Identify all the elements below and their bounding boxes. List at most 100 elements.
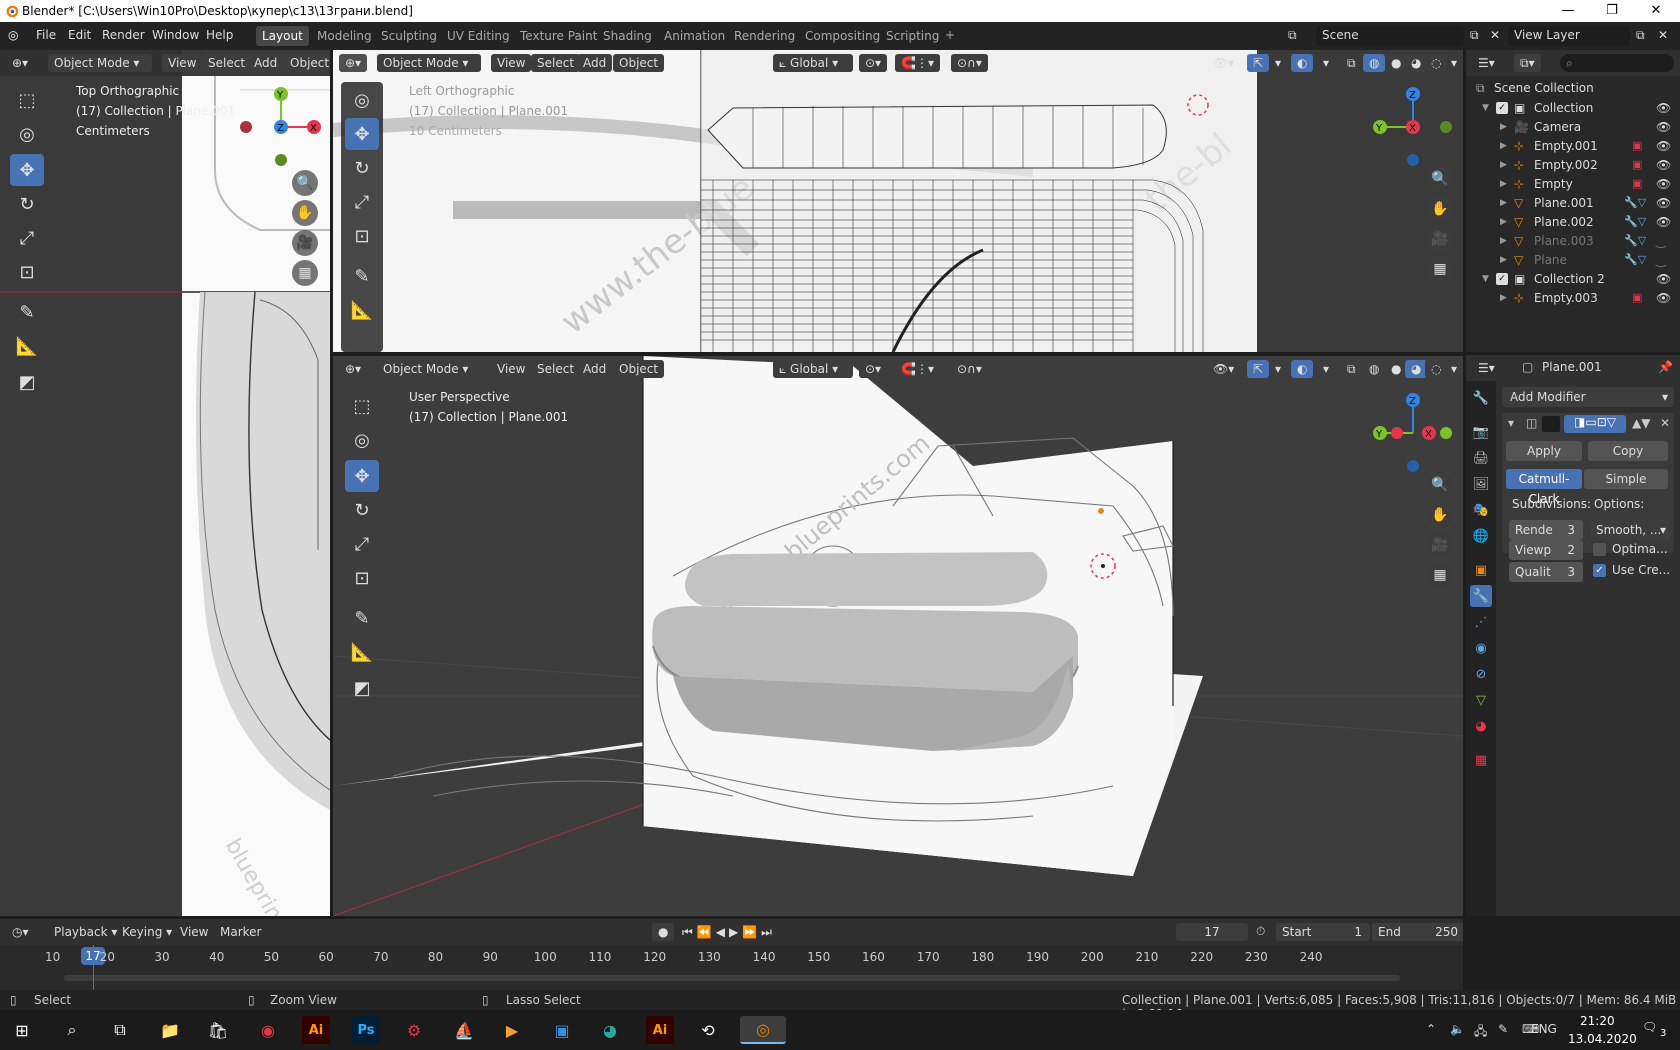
add-modifier-dropdown[interactable]: Add Modifier ▾ — [1502, 387, 1674, 407]
blender-menu-icon[interactable]: ◎ — [8, 28, 18, 42]
ortho-grid-icon[interactable]: ▦ — [1427, 256, 1453, 282]
annotate-tool-icon[interactable]: ✎ — [10, 296, 44, 328]
close-button[interactable]: ✕ — [1634, 0, 1678, 22]
tab-scripting[interactable]: Scripting — [880, 26, 945, 46]
object-menu[interactable]: Object — [613, 54, 665, 72]
add-cube-tool-icon[interactable]: ◩ — [345, 672, 379, 704]
select-menu[interactable]: Select — [202, 54, 252, 72]
pan-hand-icon[interactable]: ✋ — [292, 200, 318, 226]
rotate-tool-icon[interactable]: ↻ — [10, 188, 44, 220]
viewport-levels-field[interactable]: Viewp 2 — [1509, 540, 1583, 560]
new-view-layer-icon[interactable]: ⧉ — [1636, 28, 1645, 43]
viewport-top-ortho[interactable]: blueprin ⊕▾ Object Mode ▾ View Select Ad… — [0, 50, 330, 916]
gizmo-toggle-icon[interactable]: ⇱ — [1247, 54, 1270, 72]
menu-window[interactable]: Window — [152, 28, 199, 42]
timeline-editor-icon[interactable]: ◷▾ — [6, 923, 35, 941]
visibility-eye-icon[interactable]: ‿ — [1656, 231, 1666, 251]
illustrator-icon[interactable]: Ai — [302, 1016, 330, 1044]
add-menu[interactable]: Add — [577, 360, 613, 378]
catmull-clark-button[interactable]: Catmull-Clark — [1506, 469, 1582, 506]
app-red-icon[interactable]: ⚙ — [400, 1016, 428, 1044]
material-tab-icon[interactable]: ◕ — [1470, 715, 1492, 737]
timeline-scrollbar[interactable] — [64, 975, 1400, 981]
gizmo-dropdown-icon[interactable]: ▾ — [1269, 54, 1287, 72]
data-tab-icon[interactable]: ▽ — [1470, 689, 1492, 711]
stopwatch-icon[interactable]: ⏱ — [1256, 924, 1265, 939]
playback-menu[interactable]: Playback ▾ — [48, 923, 123, 941]
expand-arrow-icon[interactable]: ▶ — [1500, 136, 1507, 156]
notifications-icon[interactable]: 🗨 — [1642, 1020, 1657, 1034]
windows-start-icon[interactable]: ⊞ — [8, 1016, 36, 1044]
nav-gizmo-top[interactable]: Z Y X — [1363, 82, 1463, 172]
zoom-icon[interactable]: 🔍 — [292, 170, 318, 196]
mode-dropdown[interactable]: Object Mode ▾ — [48, 54, 152, 72]
quality-field[interactable]: Qualit 3 — [1509, 562, 1583, 582]
output-tab-icon[interactable]: 🖨 — [1470, 447, 1492, 469]
remove-modifier-icon[interactable]: ✕ — [1660, 416, 1670, 430]
outliner-item[interactable]: ▶ ▽ Plane.001 👁 🔧▽ — [1466, 193, 1680, 213]
nav-gizmo-main[interactable]: Z Y X — [1363, 388, 1463, 478]
world-tab-icon[interactable]: 🌐 — [1470, 525, 1492, 547]
scene-tab-icon[interactable]: 🎭 — [1470, 499, 1492, 521]
physics-tab-icon[interactable]: ◉ — [1470, 637, 1492, 659]
blender-taskbar-icon[interactable]: ◎ — [740, 1016, 786, 1044]
pin-icon[interactable]: 📌 — [1658, 360, 1673, 374]
visibility-icon[interactable]: 👁▾ — [1207, 360, 1240, 378]
visibility-eye-icon[interactable]: 👁 — [1656, 174, 1671, 194]
add-menu[interactable]: Add — [248, 54, 284, 72]
minimize-button[interactable]: — — [1546, 0, 1590, 22]
menu-help[interactable]: Help — [206, 28, 233, 42]
visibility-eye-icon[interactable]: 👁 — [1656, 269, 1671, 289]
transform-tool-icon[interactable]: ⊡ — [10, 256, 44, 288]
select-box-tool-icon[interactable]: ⬚ — [10, 84, 44, 116]
mode-dropdown[interactable]: Object Mode ▾ — [377, 54, 481, 72]
tab-uv-editing[interactable]: UV Editing — [441, 26, 516, 46]
ortho-grid-icon[interactable]: ▦ — [292, 260, 318, 286]
transform-tool-icon[interactable]: ⊡ — [345, 220, 379, 252]
collection-checkbox[interactable]: ✓ — [1496, 273, 1508, 285]
proportional-edit-icon[interactable]: ⊙∩▾ — [951, 54, 988, 72]
delete-view-layer-icon[interactable]: ✕ — [1658, 28, 1668, 42]
scale-tool-icon[interactable]: ⤢ — [10, 222, 44, 254]
object-tab-icon[interactable]: ▣ — [1470, 559, 1492, 581]
visibility-eye-icon[interactable]: 👁 — [1656, 136, 1671, 156]
outliner-item[interactable]: ▼ ✓ ▣ Collection 👁 — [1466, 98, 1680, 118]
select-menu[interactable]: Select — [531, 54, 581, 72]
search-icon[interactable]: ⌕ — [58, 1016, 86, 1044]
properties-editor-icon[interactable]: ☰▾ — [1472, 359, 1501, 377]
playback-controls[interactable]: ⏮⏪◀▶⏩⏭ — [676, 923, 782, 941]
collapse-modifier-icon[interactable]: ▾ — [1508, 416, 1514, 430]
expand-arrow-icon[interactable]: ▼ — [1482, 269, 1489, 289]
expand-arrow-icon[interactable]: ▶ — [1500, 288, 1507, 308]
visibility-eye-icon[interactable]: 👁 — [1656, 193, 1671, 213]
annotate-tool-icon[interactable]: ✎ — [345, 260, 379, 292]
viewport-perspective[interactable]: www.the-blueprints.com ⊕▾ Object Mode ▾ … — [333, 356, 1463, 916]
wireframe-shading-icon[interactable]: ◍ — [1363, 54, 1386, 72]
camera-view-icon[interactable]: 🎥 — [1427, 532, 1453, 558]
maximize-button[interactable]: ❐ — [1590, 0, 1634, 22]
cursor-tool-icon[interactable]: ◎ — [345, 84, 379, 116]
pan-hand-icon[interactable]: ✋ — [1427, 502, 1453, 528]
expand-arrow-icon[interactable]: ▶ — [1500, 155, 1507, 175]
constraints-tab-icon[interactable]: ⊘ — [1470, 663, 1492, 685]
display-mode-icon[interactable]: ⧉▾ — [1514, 54, 1541, 72]
transform-tool-icon[interactable]: ⊡ — [345, 562, 379, 594]
menu-file[interactable]: File — [36, 28, 56, 42]
task-view-icon[interactable]: ⧉ — [106, 1016, 134, 1044]
outliner-item[interactable]: ▼ ✓ ▣ Collection 2 👁 — [1466, 269, 1680, 289]
overlay-dropdown-icon[interactable]: ▾ — [1317, 360, 1335, 378]
pan-hand-icon[interactable]: ✋ — [1427, 196, 1453, 222]
overlay-toggle-icon[interactable]: ◐ — [1291, 54, 1314, 72]
measure-tool-icon[interactable]: 📐 — [345, 294, 379, 326]
shading-dropdown-icon[interactable]: ▾ — [1445, 54, 1463, 72]
wireframe-shading-icon[interactable]: ◍ — [1363, 360, 1386, 378]
outliner-item[interactable]: ▶ ⊹ Empty.002 👁 ▣ — [1466, 155, 1680, 175]
modifier-visibility-toggles[interactable]: ◨▭⊡▽ — [1564, 415, 1626, 433]
menu-edit[interactable]: Edit — [68, 28, 91, 42]
select-menu[interactable]: Select — [531, 360, 581, 378]
app-teal-icon[interactable]: ◕ — [596, 1016, 624, 1044]
view-menu[interactable]: View — [162, 54, 203, 72]
viewport-left-ortho[interactable]: www.the-blue the-bl ⊕▾ Object Mode ▾ Vie… — [333, 50, 1463, 352]
snap-icon[interactable]: 🧲⋮▾ — [895, 54, 940, 72]
expand-arrow-icon[interactable]: ▶ — [1500, 117, 1507, 137]
